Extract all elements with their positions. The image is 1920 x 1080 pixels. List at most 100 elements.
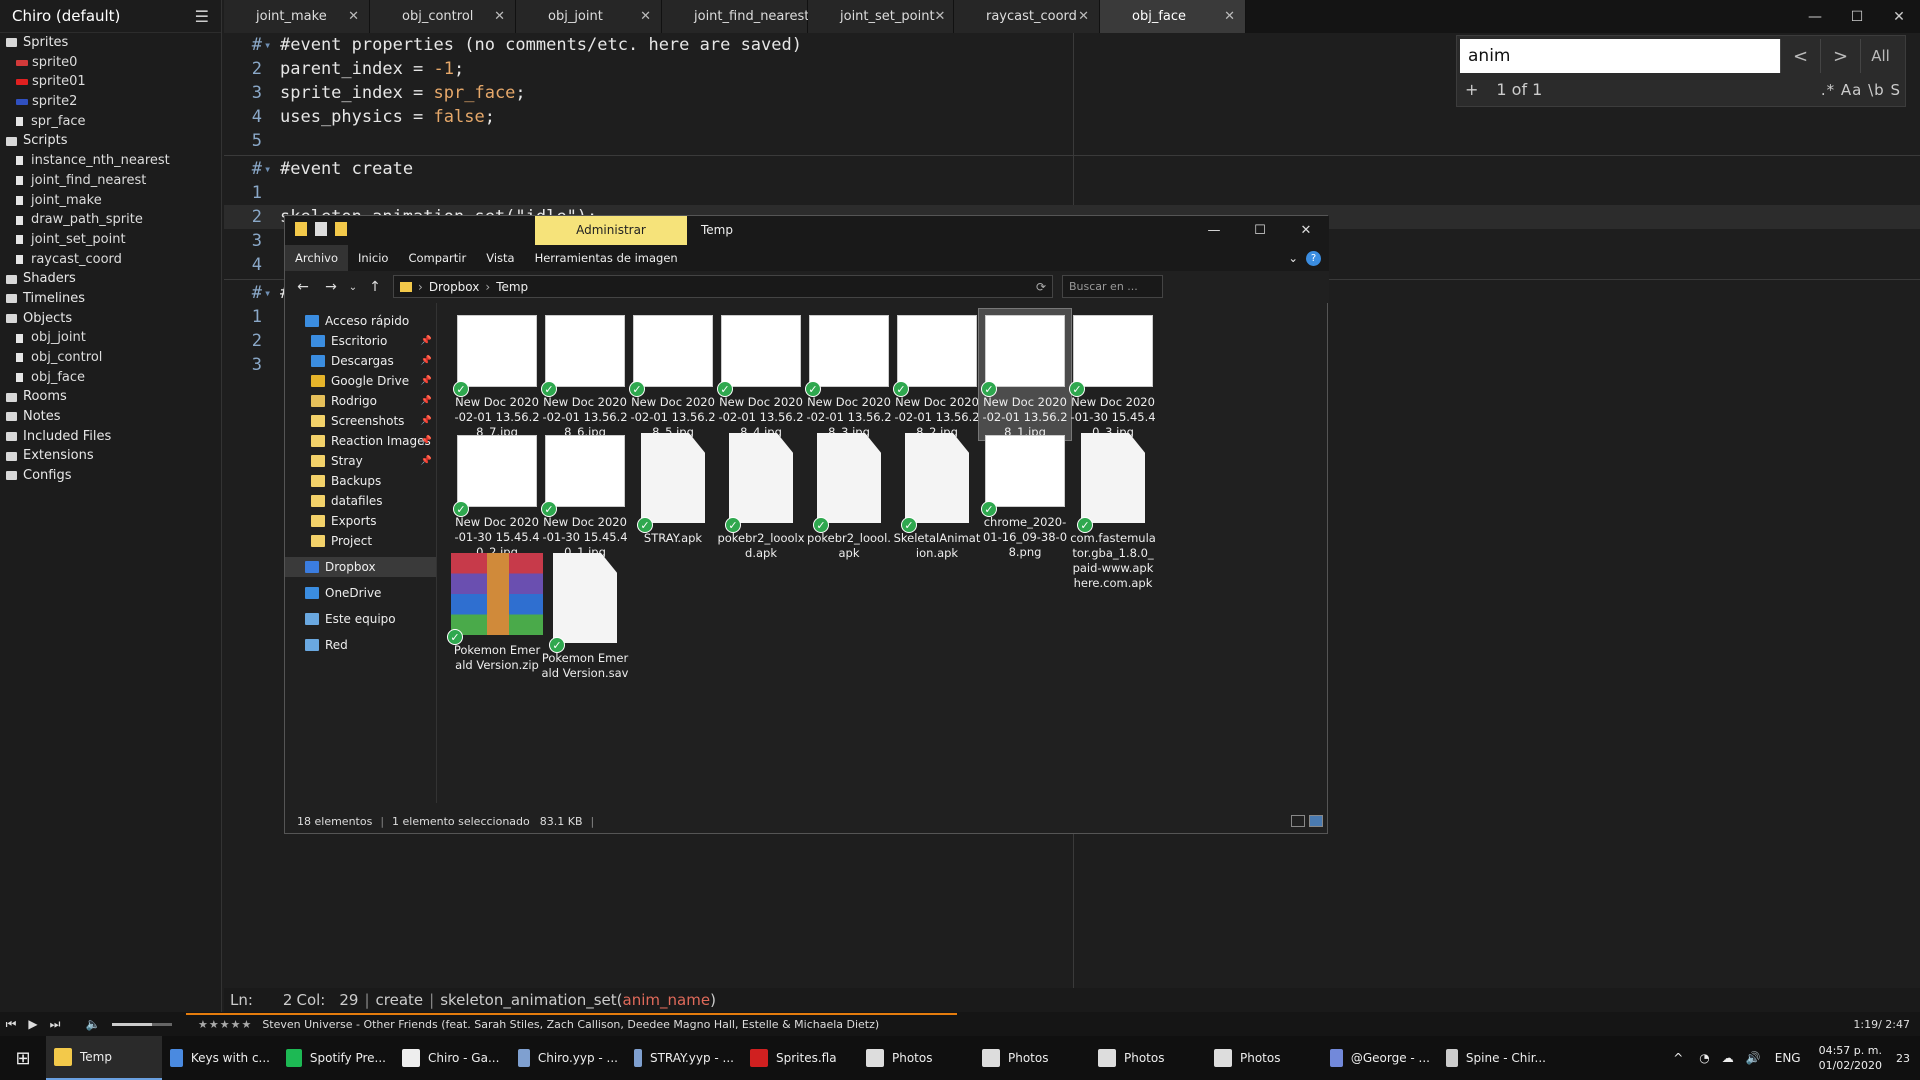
new-folder-icon[interactable] (335, 222, 347, 236)
find-prev-button[interactable]: < (1780, 39, 1820, 73)
start-button[interactable]: ⊞ (0, 1036, 46, 1080)
large-icons-view-icon[interactable] (1309, 815, 1323, 827)
taskbar-item[interactable]: STRAY.yyp - ... (626, 1036, 742, 1080)
track-progress[interactable] (186, 1013, 957, 1015)
fold-icon[interactable]: ▾ (264, 33, 280, 57)
context-tab-administrar[interactable]: Administrar (535, 216, 687, 245)
taskbar-item[interactable]: Keys with c... (162, 1036, 278, 1080)
taskbar-item[interactable]: @George - ... (1322, 1036, 1438, 1080)
volume-slider[interactable] (112, 1022, 172, 1026)
nav-item[interactable]: Project (285, 531, 436, 551)
pin-icon[interactable]: 📌 (421, 351, 432, 371)
nav-item[interactable]: Google Drive 📌 (285, 371, 436, 391)
tree-item[interactable]: joint_find_nearest (0, 171, 221, 191)
file-item[interactable]: ✓ chrome_2020-01-16_09-38-08.png (979, 429, 1071, 560)
maximize-icon[interactable]: ☐ (1836, 0, 1878, 33)
editor-tab[interactable]: joint_set_point ✕ (808, 0, 954, 33)
tray-chevron-icon[interactable]: ^ (1673, 1051, 1683, 1065)
explorer-maximize-icon[interactable]: ☐ (1237, 216, 1283, 245)
file-item[interactable]: ✓ New Doc 2020-02-01 13.56.28_6.jpg (539, 309, 631, 440)
taskbar-item[interactable]: Temp (46, 1036, 162, 1080)
tree-item[interactable]: sprite2 (0, 92, 221, 112)
file-item[interactable]: ✓ com.fastemulator.gba_1.8.0_paid-www.apk… (1067, 429, 1159, 591)
nav-item[interactable]: Escritorio 📌 (285, 331, 436, 351)
taskbar-item[interactable]: Sprites.fla (742, 1036, 858, 1080)
tree-item[interactable]: obj_face (0, 368, 221, 388)
close-icon[interactable]: ✕ (935, 9, 946, 24)
folder-icon[interactable] (295, 222, 307, 236)
nav-item[interactable]: Red (285, 635, 436, 655)
tree-folder[interactable]: Objects (0, 309, 221, 329)
tree-item[interactable]: joint_make (0, 191, 221, 211)
search-input[interactable]: Buscar en ... (1062, 275, 1163, 298)
file-item[interactable]: ✓ New Doc 2020-02-01 13.56.28_3.jpg (803, 309, 895, 440)
rating-stars[interactable]: ★★★★★ (198, 1018, 252, 1031)
find-options[interactable]: .* Aa \b S (1821, 81, 1901, 99)
up-icon[interactable]: ↑ (361, 279, 389, 295)
file-item[interactable]: ✓ STRAY.apk (627, 429, 719, 546)
taskbar-item[interactable]: Photos (1206, 1036, 1322, 1080)
next-icon[interactable]: ⏭ (44, 1017, 66, 1032)
tree-folder[interactable]: Shaders (0, 269, 221, 289)
previous-icon[interactable]: ⏮ (0, 1017, 22, 1032)
file-item[interactable]: ✓ pokebr2_looolxd.apk (715, 429, 807, 561)
close-icon[interactable]: ✕ (640, 9, 651, 24)
help-icon[interactable]: ? (1306, 250, 1321, 266)
tray-volume-icon[interactable]: 🔊 (1746, 1051, 1761, 1065)
nav-item[interactable]: Dropbox (285, 557, 436, 577)
editor-tab[interactable]: obj_joint ✕ (516, 0, 662, 33)
back-icon[interactable]: ← (289, 279, 317, 295)
recent-chevron-icon[interactable]: ⌄ (345, 282, 361, 293)
nav-item[interactable]: Backups (285, 471, 436, 491)
fold-icon[interactable]: ▾ (264, 281, 280, 305)
explorer-close-icon[interactable]: ✕ (1283, 216, 1329, 245)
pin-icon[interactable]: 📌 (421, 391, 432, 411)
tree-item[interactable]: obj_control (0, 348, 221, 368)
file-item[interactable]: ✓ SkeletalAnimation.apk (891, 429, 983, 561)
tree-item[interactable]: sprite0 (0, 53, 221, 73)
editor-tab[interactable]: joint_find_nearest✕ (662, 0, 820, 33)
taskbar-item[interactable]: Photos (1090, 1036, 1206, 1080)
tree-folder[interactable]: Configs (0, 466, 221, 486)
tree-item[interactable]: instance_nth_nearest (0, 151, 221, 171)
file-item[interactable]: ✓ New Doc 2020-02-01 13.56.28_1.jpg (978, 308, 1072, 441)
editor-tab[interactable]: obj_control ✕ (370, 0, 516, 33)
taskbar-item[interactable]: Spotify Pre... (278, 1036, 394, 1080)
tray-network-icon[interactable]: ◔ (1699, 1051, 1709, 1065)
clock[interactable]: 04:57 p. m. 01/02/2020 (1809, 1043, 1892, 1073)
close-icon[interactable]: ✕ (494, 9, 505, 24)
pin-icon[interactable]: 📌 (421, 451, 432, 471)
tree-folder[interactable]: Rooms (0, 387, 221, 407)
tree-folder[interactable]: Included Files (0, 427, 221, 447)
taskbar-item[interactable]: Photos (974, 1036, 1090, 1080)
ribbon-tab[interactable]: Archivo (285, 245, 348, 271)
tree-folder[interactable]: Extensions (0, 446, 221, 466)
file-item[interactable]: ✓ New Doc 2020-02-01 13.56.28_7.jpg (451, 309, 543, 440)
pin-icon[interactable]: 📌 (421, 331, 432, 351)
close-icon[interactable]: ✕ (1878, 0, 1920, 33)
taskbar-item[interactable]: Chiro - Ga... (394, 1036, 510, 1080)
find-all-button[interactable]: All (1860, 39, 1900, 73)
editor-tab[interactable]: raycast_coord ✕ (954, 0, 1100, 33)
explorer-minimize-icon[interactable]: — (1191, 216, 1237, 245)
nav-item[interactable]: datafiles (285, 491, 436, 511)
nav-item[interactable]: Reaction Images 📌 (285, 431, 436, 451)
language-indicator[interactable]: ENG (1775, 1051, 1801, 1065)
nav-item[interactable]: Rodrigo 📌 (285, 391, 436, 411)
breadcrumb-temp[interactable]: Temp (496, 280, 528, 294)
tree-item[interactable]: sprite01 (0, 72, 221, 92)
notification-count[interactable]: 23 (1896, 1052, 1910, 1065)
nav-item[interactable]: Acceso rápido (285, 311, 436, 331)
tree-folder[interactable]: Notes (0, 407, 221, 427)
file-item[interactable]: ✓ New Doc 2020-01-30 15.45.40_1.jpg (539, 429, 631, 560)
tree-item[interactable]: obj_joint (0, 328, 221, 348)
ribbon-expand-icon[interactable]: ⌄ (1288, 251, 1298, 265)
refresh-icon[interactable]: ⟳ (1036, 280, 1046, 294)
taskbar-item[interactable]: Photos (858, 1036, 974, 1080)
tree-folder[interactable]: Sprites (0, 33, 221, 53)
file-item[interactable]: ✓ Pokemon Emerald Version.zip (447, 549, 543, 673)
file-item[interactable]: ✓ New Doc 2020-02-01 13.56.28_5.jpg (627, 309, 719, 440)
taskbar-item[interactable]: Chiro.yyp - ... (510, 1036, 626, 1080)
path-box[interactable]: › Dropbox › Temp ⟳ (393, 275, 1053, 298)
pin-icon[interactable]: 📌 (421, 431, 432, 451)
